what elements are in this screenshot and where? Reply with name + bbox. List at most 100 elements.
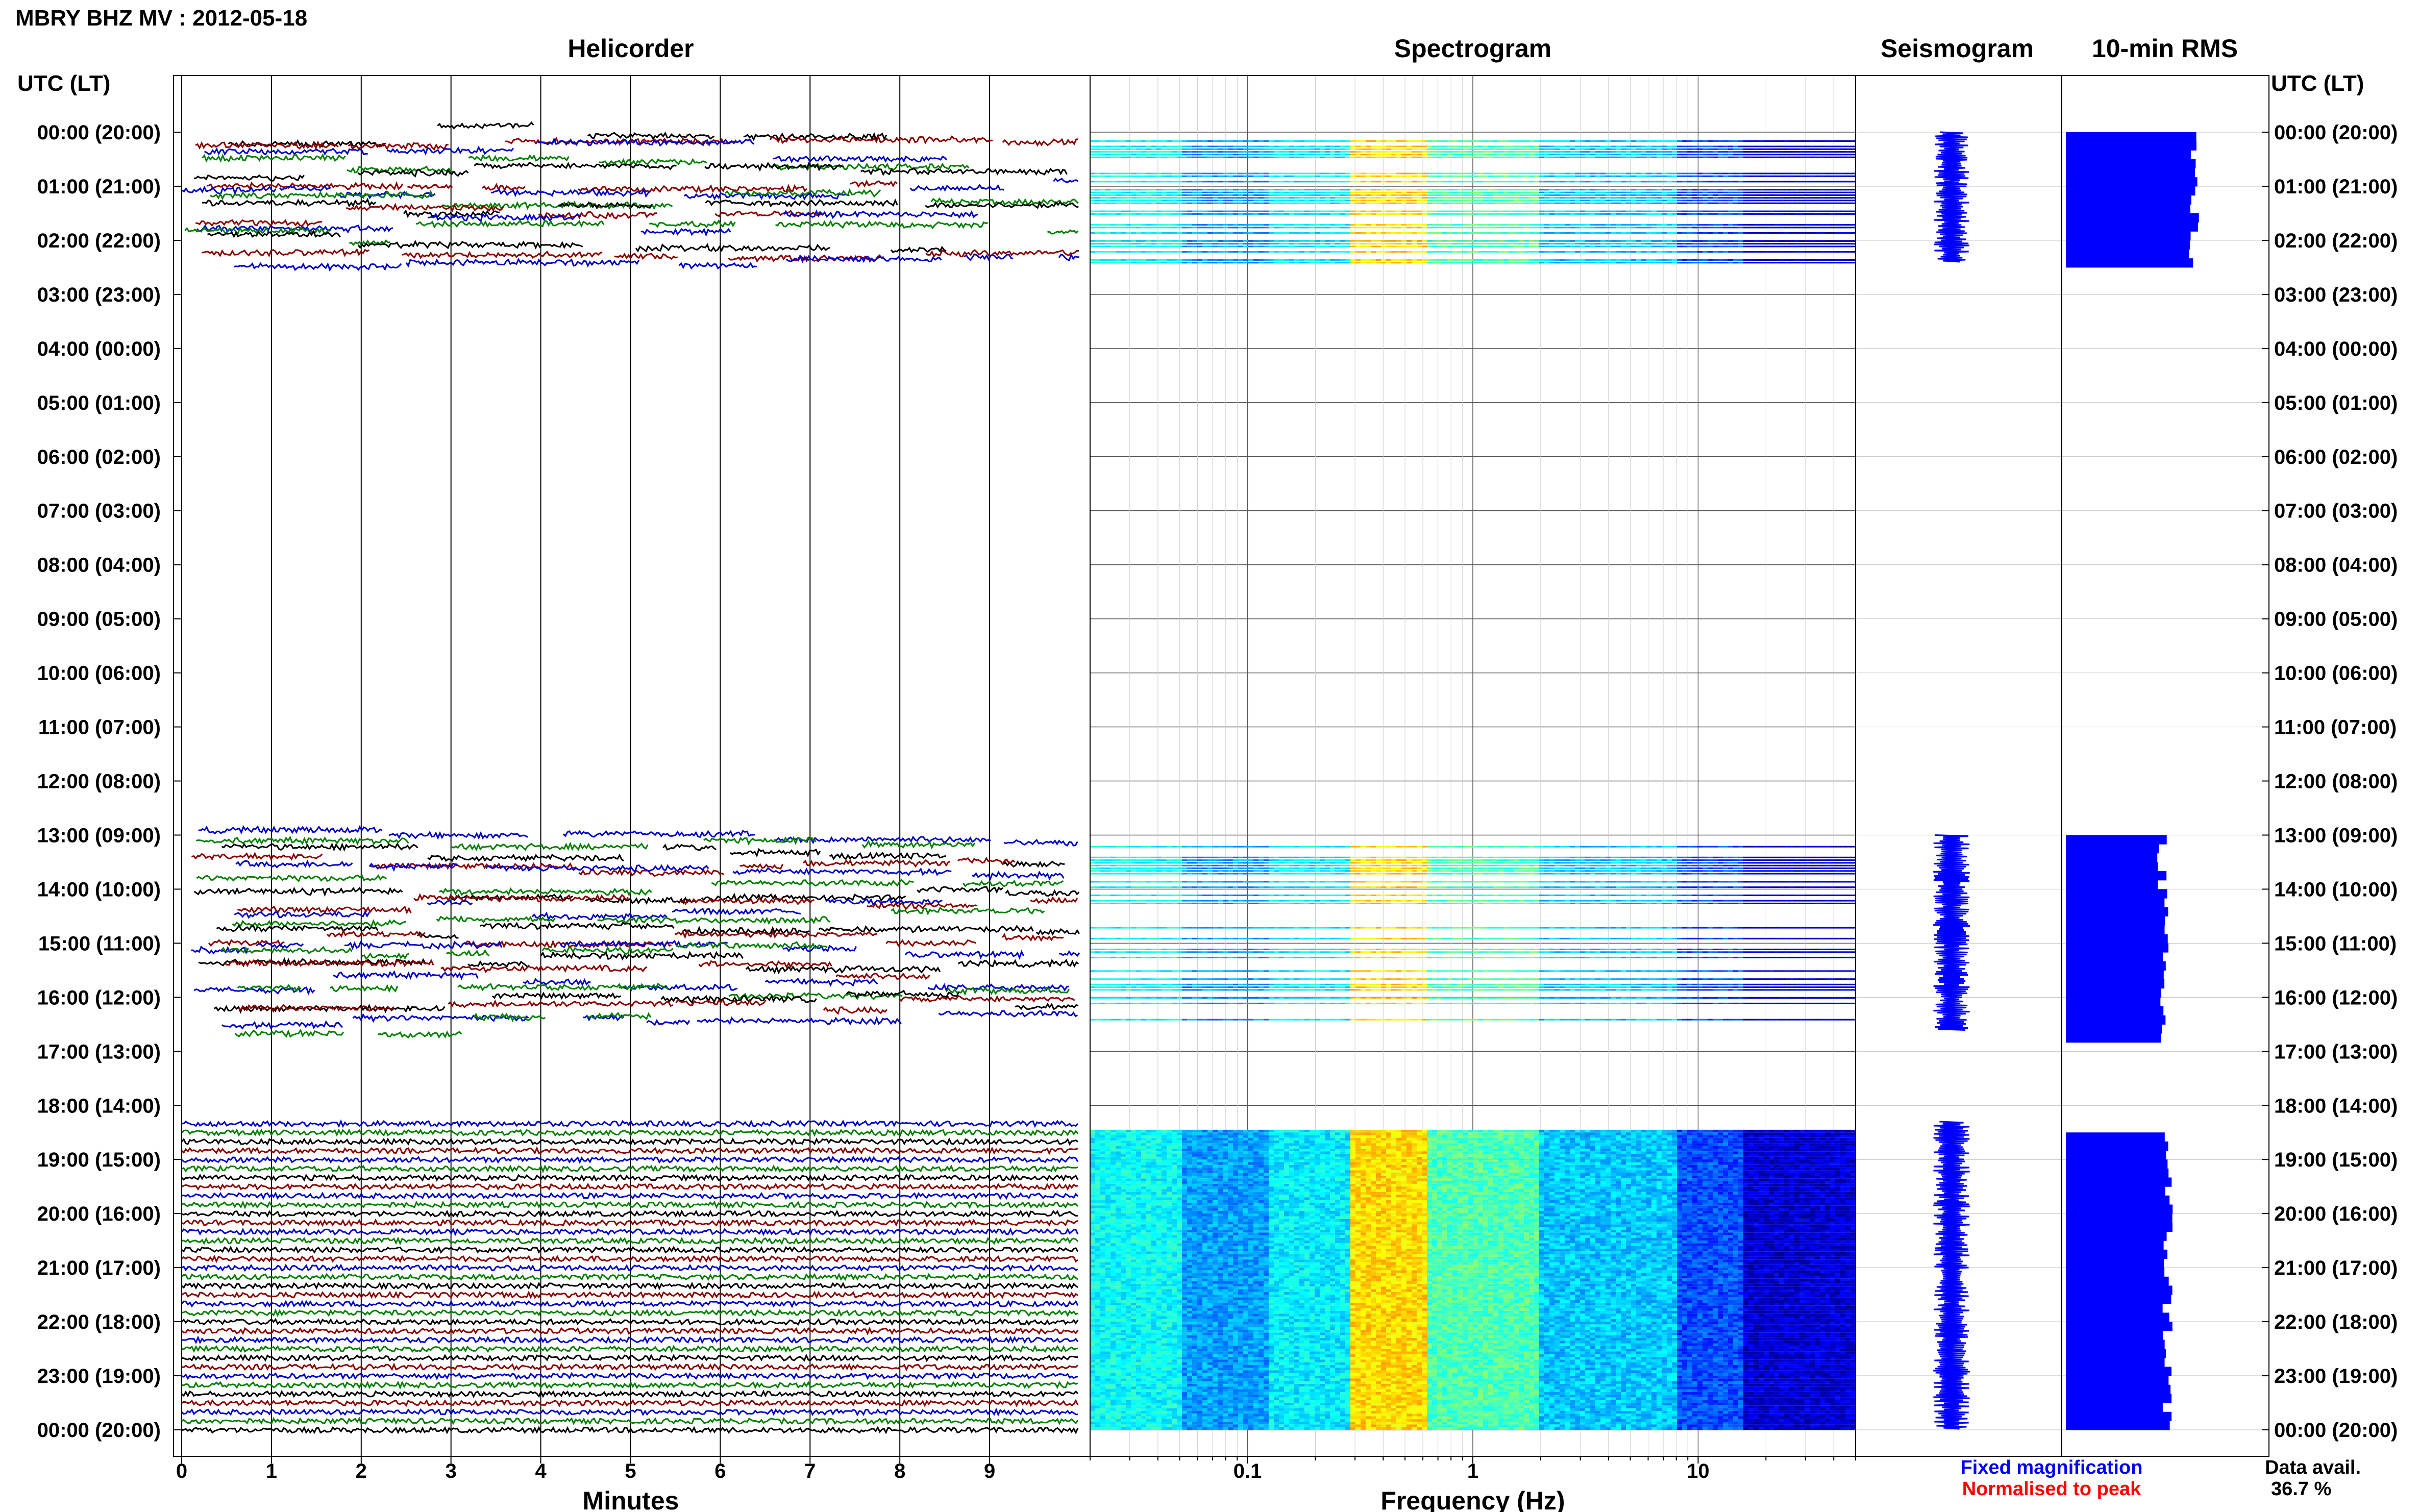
spectrogram-cell [1167, 156, 1172, 158]
spectrogram-cell [1156, 864, 1162, 866]
spectrogram-cell [1228, 175, 1233, 177]
spectrogram-cell [1095, 862, 1101, 864]
spectrogram-cell [1810, 154, 1815, 156]
spectrogram-cell [1708, 259, 1713, 261]
spectrogram-cell [1105, 210, 1111, 212]
spectrogram-cell [1376, 859, 1381, 861]
spectrogram-cell [1667, 191, 1672, 193]
spectrogram-cell [1350, 243, 1356, 245]
spectrogram-cell [1493, 227, 1499, 229]
spectrogram-cell [1442, 210, 1448, 212]
spectrogram-cell [1779, 191, 1785, 193]
spectrogram-cell [1810, 859, 1815, 861]
spectrogram-cell [1483, 200, 1489, 202]
spectrogram-cell [1386, 181, 1392, 183]
spectrogram-cell [1488, 227, 1494, 229]
spectrogram-cell [1697, 140, 1703, 142]
spectrogram-cell [1238, 197, 1244, 199]
spectrogram-cell [1672, 240, 1677, 242]
spectrogram-cell [1192, 200, 1198, 202]
spectrogram-cell [1366, 194, 1371, 196]
spectrogram-cell [1202, 151, 1208, 153]
spectrogram-cell [1396, 189, 1402, 191]
spectrogram-cell [1121, 189, 1126, 191]
spectrogram-cell [1570, 262, 1575, 264]
spectrogram-cell [1626, 151, 1632, 153]
spectrogram-cell [1754, 154, 1759, 156]
spectrogram-cell [1641, 189, 1647, 191]
spectrogram-cell [1141, 200, 1147, 202]
spectrogram-cell [1565, 245, 1570, 247]
spectrogram-cell [1549, 862, 1555, 864]
spectrogram-cell [1304, 145, 1310, 147]
spectrogram-cell [1621, 232, 1626, 234]
spectrogram-cell [1759, 151, 1764, 153]
spectrogram-cell [1090, 140, 1096, 142]
spectrogram-cell [1422, 175, 1427, 177]
spectrogram-cell [1468, 213, 1473, 215]
spectrogram-cell [1289, 862, 1295, 864]
spectrogram-cell [1549, 245, 1555, 247]
spectrogram-cell [1207, 224, 1213, 226]
spectrogram-cell [1544, 862, 1550, 864]
spectrogram-cell [1473, 197, 1478, 199]
spectrogram-cell [1325, 145, 1330, 147]
spectrogram-cell [1585, 181, 1591, 183]
spectrogram-cell [1697, 862, 1703, 864]
helicorder-trace [541, 945, 674, 955]
spectrogram-cell [1590, 243, 1596, 245]
spectrogram-cell [1131, 856, 1137, 858]
spectrogram-cell [1320, 846, 1325, 848]
spectrogram-cell [1182, 154, 1188, 156]
spectrogram-cell [1580, 240, 1586, 242]
spectrogram-cell [1759, 259, 1764, 261]
spectrogram-cell [1192, 859, 1198, 861]
spectrogram-cell [1253, 859, 1259, 861]
spectrogram-cell [1355, 172, 1361, 175]
spectrogram-cell [1366, 154, 1371, 156]
spectrogram-cell [1432, 259, 1438, 261]
spectrogram-cell [1554, 227, 1560, 229]
spectrogram-cell [1784, 227, 1790, 229]
spectrogram-cell [1810, 243, 1815, 245]
spectrogram-cell [1233, 191, 1239, 193]
helicorder-trace [705, 198, 898, 208]
spectrogram-cell [1687, 232, 1693, 234]
spectrogram-cell [1626, 259, 1632, 261]
spectrogram-cell [1621, 197, 1626, 199]
spectrogram-cell [1646, 259, 1652, 261]
spectrogram-cell [1554, 210, 1560, 212]
spectrogram-cell [1554, 197, 1560, 199]
spectrogram-cell [1565, 189, 1570, 191]
spectrogram-cell [1631, 859, 1637, 861]
spectrogram-cell [1310, 151, 1315, 153]
spectrogram-cell [1830, 210, 1836, 212]
spectrogram-cell [1774, 194, 1780, 196]
spectrogram-cell [1110, 151, 1116, 153]
spectrogram-cell [1289, 864, 1295, 866]
spectrogram-cell [1401, 194, 1407, 196]
spectrogram-cell [1126, 856, 1131, 858]
spectrogram-cell [1146, 240, 1152, 242]
helicorder-trace [972, 871, 1065, 881]
spectrogram-cell [1570, 154, 1575, 156]
spectrogram-cell [1320, 181, 1325, 183]
spectrogram-cell [1478, 856, 1484, 858]
spectrogram-cell [1611, 200, 1616, 202]
spectrogram-cell [1253, 154, 1259, 156]
spectrogram-cell [1554, 189, 1560, 191]
spectrogram-cell [1544, 151, 1550, 153]
spectrogram-cell [1631, 227, 1637, 229]
spectrogram-cell [1611, 194, 1616, 196]
spectrogram-cell [1687, 140, 1693, 142]
spectrogram-cell [1845, 245, 1851, 247]
spectrogram-cell [1391, 189, 1397, 191]
spectrogram-cell [1657, 200, 1662, 202]
spectrogram-cell [1590, 156, 1596, 158]
spectrogram-cell [1172, 856, 1177, 858]
spectrogram-cell [1146, 262, 1152, 264]
spectrogram-cell [1422, 859, 1427, 861]
spectrogram-cell [1672, 181, 1677, 183]
helicorder-trace [181, 1219, 1078, 1227]
spectrogram-cell [1258, 864, 1264, 866]
